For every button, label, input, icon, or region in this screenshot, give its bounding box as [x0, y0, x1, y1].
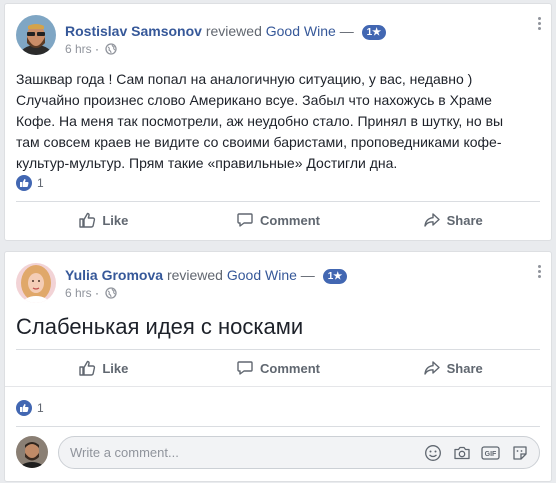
speech-bubble-icon	[237, 213, 253, 227]
like-count: 1	[37, 176, 44, 190]
globe-icon[interactable]	[105, 43, 118, 59]
page-link[interactable]: Good Wine	[227, 267, 297, 283]
post-meta: 6 hrs ·	[65, 285, 118, 303]
like-reaction-icon	[16, 175, 32, 191]
like-label: Like	[102, 360, 129, 376]
like-button[interactable]: Like	[16, 352, 191, 384]
author-name[interactable]: Yulia Gromova	[65, 267, 163, 283]
share-label: Share	[446, 360, 483, 376]
more-options-icon[interactable]	[536, 265, 542, 280]
speech-bubble-icon	[237, 361, 253, 375]
post-header: Rostislav Samsonov reviewed Good Wine — …	[65, 22, 387, 40]
reactions-summary[interactable]: 1	[16, 175, 44, 191]
review-post-2: Yulia Gromova reviewed Good Wine — 1★ 6 …	[4, 251, 552, 482]
share-arrow-icon	[423, 213, 440, 227]
comment-composer: GIF	[16, 434, 540, 470]
comment-button[interactable]: Comment	[191, 352, 366, 384]
divider	[5, 386, 551, 387]
share-arrow-icon	[423, 361, 440, 375]
author-avatar[interactable]	[16, 263, 56, 303]
rating-badge: 1★	[322, 269, 348, 284]
globe-icon[interactable]	[105, 287, 118, 303]
comment-button[interactable]: Comment	[191, 204, 366, 236]
comment-field-wrapper: GIF	[58, 436, 540, 469]
action-bar: Like Comment Share	[16, 204, 540, 236]
post-text-line: Зашквар года ! Сам попал на аналогичную …	[16, 71, 473, 87]
smiley-icon[interactable]	[423, 443, 442, 462]
action-verb: reviewed	[205, 23, 262, 39]
timestamp[interactable]: 6 hrs	[65, 286, 92, 300]
comment-label: Comment	[260, 212, 320, 228]
post-meta: 6 hrs ·	[65, 41, 118, 59]
review-post-1: Rostislav Samsonov reviewed Good Wine — …	[4, 3, 552, 241]
post-body: Слабенькая идея с носками	[16, 314, 304, 339]
like-reaction-icon	[16, 400, 32, 416]
like-count: 1	[37, 401, 44, 415]
comment-label: Comment	[260, 360, 320, 376]
comment-input[interactable]	[70, 437, 420, 468]
divider	[16, 201, 540, 202]
current-user-avatar[interactable]	[16, 436, 48, 468]
more-options-icon[interactable]	[536, 17, 542, 32]
post-header: Yulia Gromova reviewed Good Wine — 1★	[65, 266, 348, 284]
like-button[interactable]: Like	[16, 204, 191, 236]
sticker-icon[interactable]	[510, 443, 529, 462]
post-text-line: Случайно произнес слово Американо всуе. …	[16, 92, 492, 108]
timestamp[interactable]: 6 hrs	[65, 42, 92, 56]
rating-badge: 1★	[361, 25, 387, 40]
svg-text:GIF: GIF	[485, 451, 497, 458]
post-body: Зашквар года ! Сам попал на аналогичную …	[16, 69, 503, 174]
like-label: Like	[102, 212, 129, 228]
camera-icon[interactable]	[452, 443, 471, 462]
separator-dash: —	[300, 267, 315, 283]
comment-attachments: GIF	[423, 443, 529, 462]
reactions-summary[interactable]: 1	[16, 400, 44, 416]
share-button[interactable]: Share	[365, 352, 540, 384]
separator-dash: —	[339, 23, 354, 39]
post-text-line: там совсем краев не видите со своими бар…	[16, 134, 502, 150]
author-name[interactable]: Rostislav Samsonov	[65, 23, 202, 39]
author-avatar[interactable]	[16, 15, 56, 55]
action-bar: Like Comment Share	[16, 352, 540, 384]
page-link[interactable]: Good Wine	[266, 23, 336, 39]
divider	[16, 426, 540, 427]
thumbs-up-icon	[79, 212, 96, 228]
gif-icon[interactable]: GIF	[481, 443, 500, 462]
post-text-line: культур-мультур. Прям такие «правильные»…	[16, 155, 398, 171]
share-label: Share	[446, 212, 483, 228]
thumbs-up-icon	[79, 360, 96, 376]
share-button[interactable]: Share	[365, 204, 540, 236]
post-text-line: Кофе. На меня так посмотрели, аж неудобн…	[16, 113, 504, 129]
action-verb: reviewed	[166, 267, 223, 283]
divider	[16, 349, 540, 350]
